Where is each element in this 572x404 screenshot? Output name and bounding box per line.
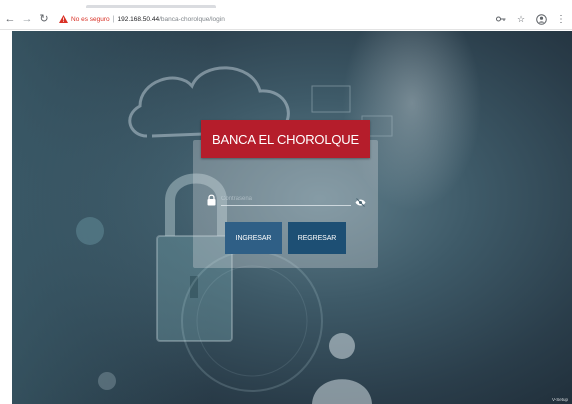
- corner-watermark: V-Setup: [551, 397, 568, 402]
- url-path[interactable]: /banca-chorolque/login: [159, 16, 225, 23]
- browser-toolbar: ← → ↻ No es seguro | 192.168.50.44 /banc…: [0, 8, 572, 30]
- account-icon[interactable]: [534, 12, 548, 26]
- security-status[interactable]: No es seguro: [71, 16, 110, 23]
- warning-icon[interactable]: [58, 14, 68, 24]
- toolbar-actions: ☆ ⋮: [494, 10, 568, 28]
- ingresar-button[interactable]: INGRESAR: [225, 222, 282, 254]
- url-host[interactable]: 192.168.50.44: [118, 16, 160, 23]
- forward-arrow-icon[interactable]: →: [20, 10, 34, 28]
- menu-icon[interactable]: ⋮: [554, 12, 568, 26]
- lock-icon: [207, 193, 216, 206]
- password-input[interactable]: [221, 192, 351, 206]
- brand-title: BANCA EL CHOROLQUE: [212, 131, 359, 147]
- star-icon[interactable]: ☆: [514, 12, 528, 26]
- reload-icon[interactable]: ↻: [37, 10, 51, 28]
- back-arrow-icon[interactable]: ←: [3, 10, 17, 28]
- password-row: [205, 192, 366, 208]
- brand-banner: BANCA EL CHOROLQUE: [201, 120, 370, 158]
- browser-tab-strip: [0, 0, 572, 8]
- eye-slash-icon[interactable]: [355, 194, 366, 207]
- regresar-button[interactable]: REGRESAR: [288, 222, 346, 254]
- key-icon[interactable]: [494, 12, 508, 26]
- address-bar[interactable]: No es seguro | 192.168.50.44 /banca-chor…: [58, 10, 488, 28]
- url-separator: |: [112, 15, 115, 23]
